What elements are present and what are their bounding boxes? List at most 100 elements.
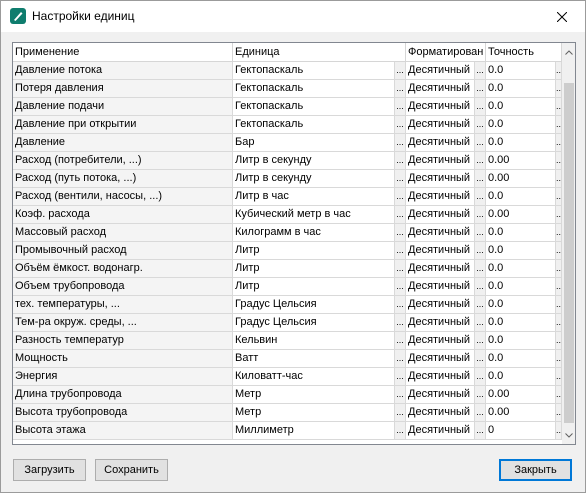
format-cell[interactable]: Десятичный (406, 134, 475, 152)
format-picker-button[interactable]: ... (475, 386, 486, 404)
table-row[interactable]: Высота трубопровода Метр... Десятичный... 0… (13, 404, 562, 422)
precision-cell[interactable]: 0.0 (486, 368, 556, 386)
unit-cell[interactable]: Гектопаскаль (233, 80, 395, 98)
format-picker-button[interactable]: ... (475, 80, 486, 98)
format-cell[interactable]: Десятичный (406, 224, 475, 242)
unit-cell[interactable]: Гектопаскаль (233, 98, 395, 116)
precision-cell[interactable]: 0.0 (486, 314, 556, 332)
format-picker-button[interactable]: ... (475, 116, 486, 134)
format-picker-button[interactable]: ... (475, 170, 486, 188)
table-row[interactable]: Давление потока Гектопаскаль... Десятичный… (13, 62, 562, 80)
unit-cell[interactable]: Литр (233, 260, 395, 278)
scroll-thumb[interactable] (564, 83, 574, 423)
unit-picker-button[interactable]: ... (395, 188, 406, 206)
unit-picker-button[interactable]: ... (395, 80, 406, 98)
precision-cell[interactable]: 0.0 (486, 62, 556, 80)
unit-picker-button[interactable]: ... (395, 224, 406, 242)
format-cell[interactable]: Десятичный (406, 350, 475, 368)
precision-cell[interactable]: 0.00 (486, 404, 556, 422)
table-row[interactable]: Высота этажа Миллиметр... Десятичный... 0..… (13, 422, 562, 440)
scroll-down-button[interactable] (562, 427, 575, 444)
table-row[interactable]: Давление подачи Гектопаскаль... Десятичный… (13, 98, 562, 116)
table-row[interactable]: Расход (вентили, насосы, ...) Литр в час.… (13, 188, 562, 206)
format-picker-button[interactable]: ... (475, 350, 486, 368)
table-row[interactable]: тех. температуры, ... Градус Цельсия... Де… (13, 296, 562, 314)
precision-cell[interactable]: 0.0 (486, 278, 556, 296)
unit-cell[interactable]: Бар (233, 134, 395, 152)
unit-picker-button[interactable]: ... (395, 62, 406, 80)
unit-picker-button[interactable]: ... (395, 386, 406, 404)
unit-picker-button[interactable]: ... (395, 350, 406, 368)
format-cell[interactable]: Десятичный (406, 98, 475, 116)
table-row[interactable]: Тем-ра окруж. среды, ... Градус Цельсия..… (13, 314, 562, 332)
format-cell[interactable]: Десятичный (406, 152, 475, 170)
header-precision[interactable]: Точность (486, 43, 562, 62)
unit-picker-button[interactable]: ... (395, 260, 406, 278)
unit-picker-button[interactable]: ... (395, 116, 406, 134)
format-picker-button[interactable]: ... (475, 314, 486, 332)
format-cell[interactable]: Десятичный (406, 62, 475, 80)
unit-cell[interactable]: Киловатт-час (233, 368, 395, 386)
scroll-up-button[interactable] (562, 44, 575, 61)
save-button[interactable]: Сохранить (95, 459, 168, 481)
format-picker-button[interactable]: ... (475, 242, 486, 260)
precision-cell[interactable]: 0.00 (486, 206, 556, 224)
table-row[interactable]: Давление при открытии Гектопаскаль... Деся… (13, 116, 562, 134)
precision-cell[interactable]: 0.00 (486, 386, 556, 404)
unit-picker-button[interactable]: ... (395, 404, 406, 422)
header-application[interactable]: Применение (13, 43, 233, 62)
format-picker-button[interactable]: ... (475, 224, 486, 242)
table-row[interactable]: Длина трубопровода Метр... Десятичный... 0.… (13, 386, 562, 404)
format-picker-button[interactable]: ... (475, 188, 486, 206)
unit-cell[interactable]: Литр в секунду (233, 170, 395, 188)
format-cell[interactable]: Десятичный (406, 422, 475, 440)
precision-cell[interactable]: 0.0 (486, 188, 556, 206)
unit-cell[interactable]: Литр (233, 278, 395, 296)
unit-picker-button[interactable]: ... (395, 368, 406, 386)
table-row[interactable]: Потеря давления Гектопаскаль... Десятичный… (13, 80, 562, 98)
table-row[interactable]: ДавлениеБар...Десятичный...0.0... (13, 134, 562, 152)
format-cell[interactable]: Десятичный (406, 242, 475, 260)
format-cell[interactable]: Десятичный (406, 404, 475, 422)
unit-picker-button[interactable]: ... (395, 98, 406, 116)
precision-cell[interactable]: 0.0 (486, 332, 556, 350)
format-picker-button[interactable]: ... (475, 260, 486, 278)
load-button[interactable]: Загрузить (13, 459, 86, 481)
table-row[interactable]: Расход (путь потока, ...) Литр в секунду.… (13, 170, 562, 188)
unit-picker-button[interactable]: ... (395, 134, 406, 152)
format-picker-button[interactable]: ... (475, 422, 486, 440)
precision-cell[interactable]: 0.0 (486, 260, 556, 278)
precision-cell[interactable]: 0.0 (486, 98, 556, 116)
table-row[interactable]: Коэф. расхода Кубический метр в час... Дес… (13, 206, 562, 224)
close-window-button[interactable] (539, 1, 585, 32)
format-cell[interactable]: Десятичный (406, 170, 475, 188)
precision-cell[interactable]: 0.0 (486, 134, 556, 152)
table-row[interactable]: Разность температур Кельвин... Десятичный.… (13, 332, 562, 350)
format-cell[interactable]: Десятичный (406, 368, 475, 386)
format-picker-button[interactable]: ... (475, 296, 486, 314)
format-cell[interactable]: Десятичный (406, 80, 475, 98)
precision-cell[interactable]: 0.0 (486, 80, 556, 98)
unit-cell[interactable]: Градус Цельсия (233, 314, 395, 332)
unit-cell[interactable]: Литр в секунду (233, 152, 395, 170)
format-cell[interactable]: Десятичный (406, 386, 475, 404)
table-row[interactable]: Объём ёмкост. водонагр. Литр... Десятичный… (13, 260, 562, 278)
precision-cell[interactable]: 0.0 (486, 224, 556, 242)
close-button[interactable]: Закрыть (499, 459, 572, 481)
format-picker-button[interactable]: ... (475, 206, 486, 224)
unit-cell[interactable]: Кельвин (233, 332, 395, 350)
unit-cell[interactable]: Гектопаскаль (233, 116, 395, 134)
table-row[interactable]: Объем трубопровода Литр... Десятичный... 0.… (13, 278, 562, 296)
format-cell[interactable]: Десятичный (406, 296, 475, 314)
precision-cell[interactable]: 0.0 (486, 296, 556, 314)
unit-cell[interactable]: Кубический метр в час (233, 206, 395, 224)
format-picker-button[interactable]: ... (475, 368, 486, 386)
table-row[interactable]: МощностьВатт...Десятичный...0.0... (13, 350, 562, 368)
unit-picker-button[interactable]: ... (395, 314, 406, 332)
unit-cell[interactable]: Миллиметр (233, 422, 395, 440)
precision-cell[interactable]: 0.0 (486, 116, 556, 134)
unit-picker-button[interactable]: ... (395, 332, 406, 350)
header-format[interactable]: Форматирован (406, 43, 486, 62)
unit-cell[interactable]: Метр (233, 386, 395, 404)
table-row[interactable]: Промывочный расход Литр... Десятичный... 0.… (13, 242, 562, 260)
